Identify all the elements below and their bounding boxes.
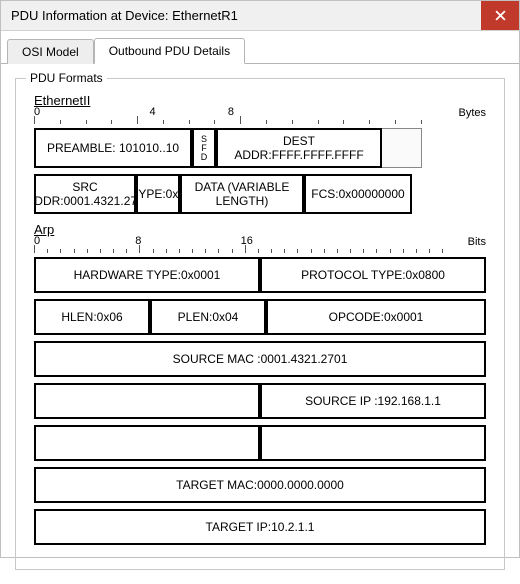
- eth-pad: [382, 128, 422, 168]
- titlebar: PDU Information at Device: EthernetR1: [1, 1, 519, 31]
- eth-fcs: FCS:0x00000000: [304, 174, 412, 214]
- arp-row-7: TARGET IP:10.2.1.1: [34, 509, 486, 545]
- arp-row-1: HARDWARE TYPE:0x0001 PROTOCOL TYPE:0x080…: [34, 257, 486, 293]
- arp-tgt-ip: TARGET IP:10.2.1.1: [34, 509, 486, 545]
- ethernet-row-1: PREAMBLE: 101010..10 SFD DEST ADDR:FFFF.…: [34, 128, 486, 168]
- eth-sfd: SFD: [192, 128, 216, 168]
- arp-blank-3: [260, 425, 486, 461]
- ruler-unit: Bytes: [458, 107, 486, 119]
- pdu-formats-panel: PDU Formats EthernetII 0 4 8 Bytes: [15, 78, 505, 570]
- arp-title: Arp: [34, 222, 490, 237]
- eth-preamble: PREAMBLE: 101010..10: [34, 128, 192, 168]
- arp-src-mac: SOURCE MAC :0001.4321.2701: [34, 341, 486, 377]
- window-title: PDU Information at Device: EthernetR1: [11, 8, 481, 23]
- arp-row-4: SOURCE IP :192.168.1.1: [34, 383, 486, 419]
- close-button[interactable]: [481, 1, 519, 30]
- arp-opcode: OPCODE:0x0001: [266, 299, 486, 335]
- eth-dest-addr: DEST ADDR:FFFF.FFFF.FFFF: [216, 128, 382, 168]
- tab-body: PDU Formats EthernetII 0 4 8 Bytes: [1, 64, 519, 584]
- arp-blank-1: [34, 383, 260, 419]
- arp-row-6: TARGET MAC:0000.0000.0000: [34, 467, 486, 503]
- arp-row-3: SOURCE MAC :0001.4321.2701: [34, 341, 486, 377]
- ethernet-title: EthernetII: [34, 93, 490, 108]
- arp-ruler: 0 8 16 Bits: [34, 239, 486, 253]
- arp-hw-type: HARDWARE TYPE:0x0001: [34, 257, 260, 293]
- arp-proto-type: PROTOCOL TYPE:0x0800: [260, 257, 486, 293]
- arp-hlen: HLEN:0x06: [34, 299, 150, 335]
- tab-outbound-pdu[interactable]: Outbound PDU Details: [94, 38, 245, 64]
- eth-data: DATA (VARIABLE LENGTH): [180, 174, 304, 214]
- arp-tgt-mac: TARGET MAC:0000.0000.0000: [34, 467, 486, 503]
- arp-src-ip: SOURCE IP :192.168.1.1: [260, 383, 486, 419]
- eth-src-addr: SRC ADDR:0001.4321.270: [34, 174, 136, 214]
- close-icon: [495, 10, 506, 21]
- ruler-unit: Bits: [468, 236, 486, 248]
- arp-blank-2: [34, 425, 260, 461]
- tab-osi-model[interactable]: OSI Model: [7, 39, 94, 64]
- arp-plen: PLEN:0x04: [150, 299, 266, 335]
- ethernet-ruler: 0 4 8 Bytes: [34, 110, 486, 124]
- arp-row-2: HLEN:0x06 PLEN:0x04 OPCODE:0x0001: [34, 299, 486, 335]
- pdu-formats-legend: PDU Formats: [26, 71, 107, 85]
- tab-bar: OSI Model Outbound PDU Details: [1, 35, 519, 63]
- ethernet-row-2: SRC ADDR:0001.4321.270 TYPE:0x0 DATA (VA…: [34, 174, 486, 214]
- pdu-window: PDU Information at Device: EthernetR1 OS…: [0, 0, 520, 558]
- eth-type: TYPE:0x0: [136, 174, 180, 214]
- arp-row-5: [34, 425, 486, 461]
